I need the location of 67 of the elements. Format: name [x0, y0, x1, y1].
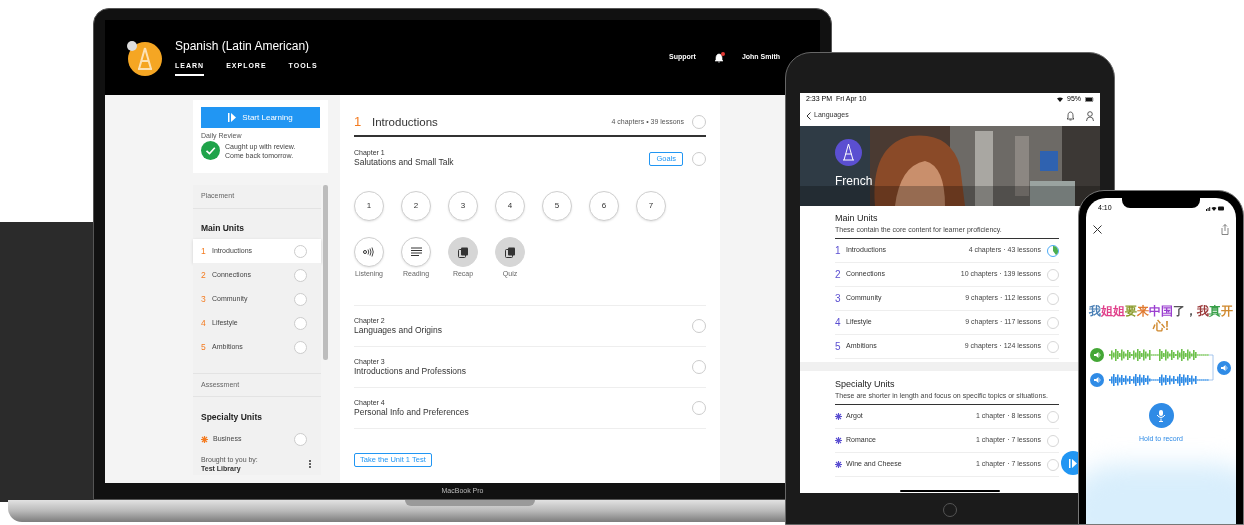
section-heading: Main Units: [835, 213, 879, 224]
lesson-button[interactable]: 5: [542, 191, 572, 221]
asterisk-icon: [835, 437, 842, 444]
unit-number: 5: [201, 340, 207, 354]
bell-icon: [713, 52, 724, 63]
stacked-pages-icon: [504, 246, 516, 258]
lesson-button[interactable]: [448, 237, 478, 267]
battery-icon: [1085, 96, 1094, 102]
progress-circle: [1047, 244, 1059, 257]
lesson-button[interactable]: [401, 237, 431, 267]
language-title: French: [835, 173, 874, 190]
back-icon: [806, 111, 811, 120]
speaker-button[interactable]: [1090, 373, 1104, 387]
unit-number: 3: [201, 292, 207, 306]
bell-icon: [1066, 110, 1075, 121]
lesson-button[interactable]: 2: [401, 191, 431, 221]
record-button[interactable]: [1148, 403, 1174, 428]
lesson-button[interactable]: 6: [589, 191, 619, 221]
sentence-text: 我姐姐要来中国了，我真开心!: [1088, 304, 1234, 334]
check-icon: [201, 141, 220, 160]
lesson-button[interactable]: 3: [448, 191, 478, 221]
unit-number: 1: [354, 115, 363, 129]
section-heading: Main Units: [200, 222, 245, 235]
play-icon: [228, 113, 237, 122]
speaker-button[interactable]: [1090, 348, 1104, 362]
unit-number: 2: [835, 268, 842, 282]
chapter-title: Personal Info and Preferences: [354, 406, 469, 418]
lesson-button[interactable]: 1: [354, 191, 384, 221]
course-title: Spanish (Latin American): [175, 38, 311, 53]
speaker-icon: [1093, 377, 1101, 383]
close-icon: [1093, 224, 1102, 234]
unit-number: 4: [201, 316, 207, 330]
speaker-button[interactable]: [1217, 360, 1231, 375]
status-icons: [1206, 205, 1224, 211]
asterisk-icon: [835, 461, 842, 468]
lesson-button[interactable]: [495, 237, 525, 267]
sound-waves-icon: [363, 247, 375, 257]
scrollbar[interactable]: [323, 185, 328, 360]
lesson-button[interactable]: 7: [636, 191, 666, 221]
wifi-icon: [1057, 96, 1063, 102]
chapter-title: Languages and Origins: [354, 324, 442, 336]
text-lines-icon: [410, 247, 422, 257]
asterisk-icon: [835, 413, 842, 420]
unit-number: 5: [835, 340, 842, 354]
microphone-icon: [1156, 409, 1166, 422]
unit-number: 2: [201, 268, 207, 282]
unit-number: 4: [835, 316, 842, 330]
logo-icon: [125, 38, 163, 77]
chapter-title: Salutations and Small Talk: [354, 157, 454, 168]
bracket-line: [1209, 354, 1217, 381]
speaker-icon: [1220, 364, 1228, 371]
section-heading: Specialty Units: [835, 379, 896, 390]
unit-number: 1: [201, 244, 207, 258]
tower-icon: [835, 139, 862, 166]
stacked-pages-icon: [457, 246, 469, 258]
play-button[interactable]: [1061, 451, 1078, 475]
chapter-title: Introductions and Professions: [354, 365, 466, 377]
unit-title: Introductions: [372, 115, 438, 129]
unit-number: 1: [835, 244, 842, 258]
speaker-icon: [1093, 352, 1101, 358]
section-heading: Specialty Units: [200, 411, 263, 424]
unit-number: 3: [835, 292, 842, 306]
asterisk-icon: [201, 435, 208, 443]
share-icon: [1221, 223, 1229, 235]
play-icon: [1069, 458, 1077, 468]
user-icon: [1086, 110, 1094, 121]
lesson-button[interactable]: 4: [495, 191, 525, 221]
